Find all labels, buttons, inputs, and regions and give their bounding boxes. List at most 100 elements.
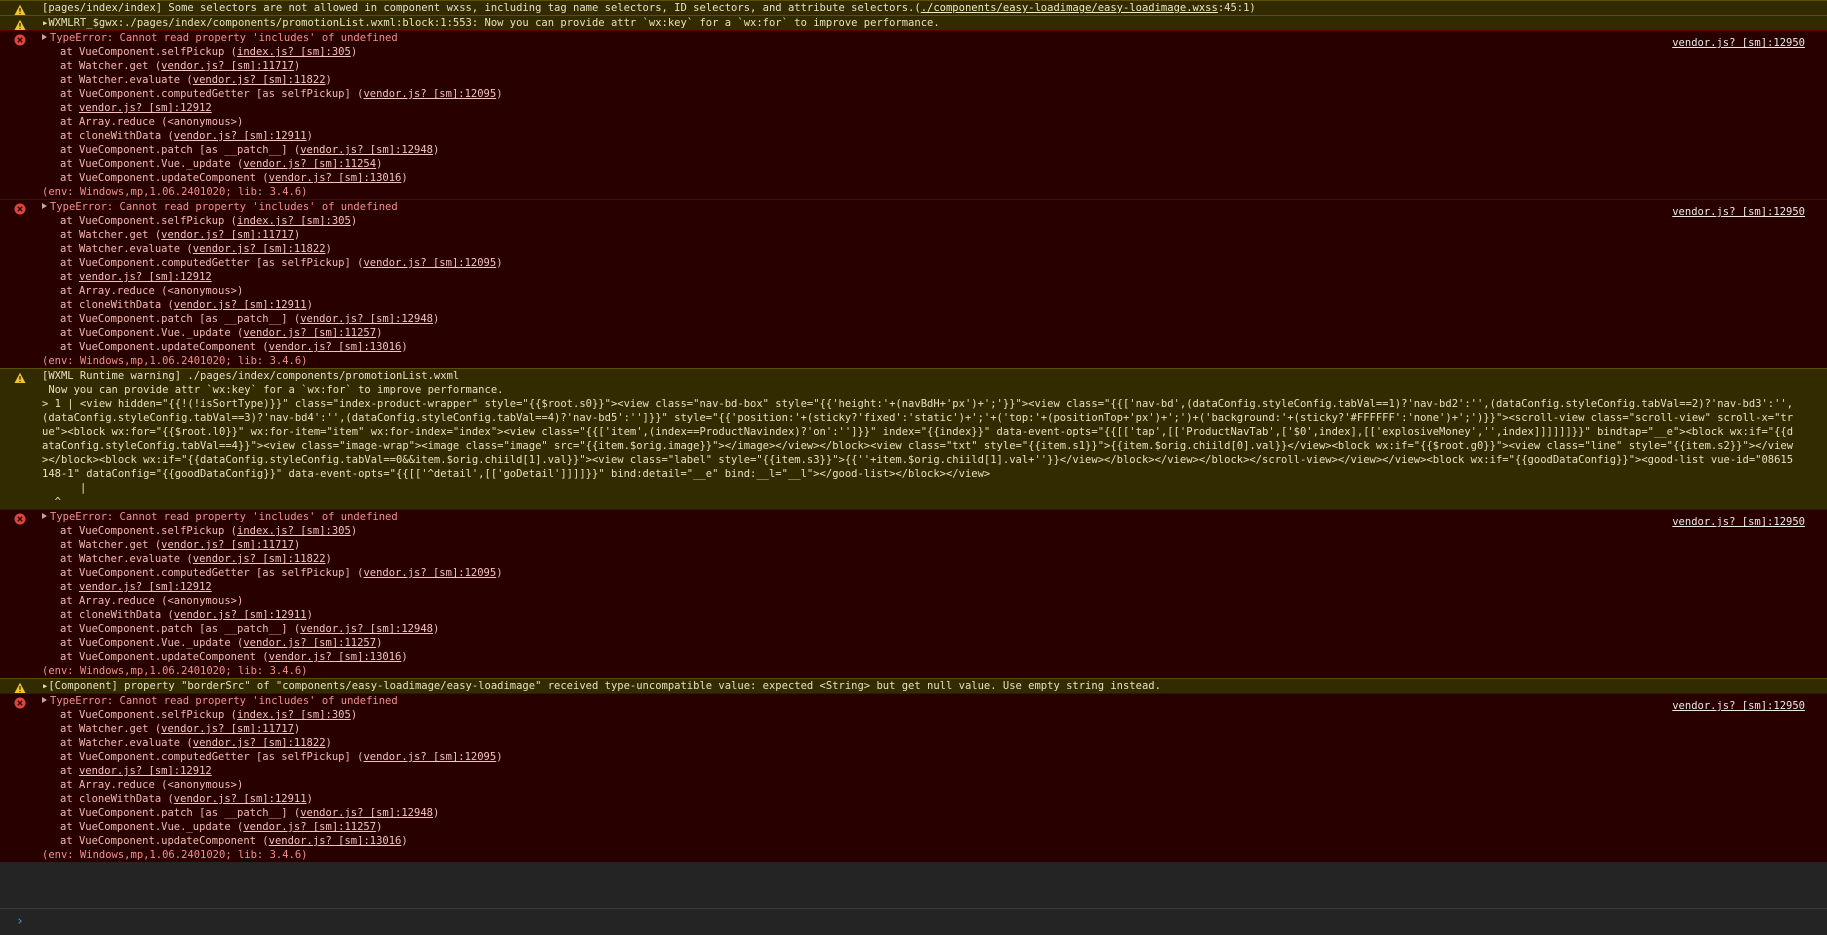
source-link[interactable]: vendor.js? [sm]:11822: [193, 553, 326, 565]
source-link[interactable]: index.js? [sm]:305: [237, 46, 351, 58]
prompt-chevron-icon: ›: [16, 914, 24, 929]
source-link[interactable]: vendor.js? [sm]:13016: [269, 835, 402, 847]
error-source-link[interactable]: vendor.js? [sm]:12950: [1672, 37, 1805, 49]
source-link[interactable]: index.js? [sm]:305: [237, 215, 351, 227]
error-source-link[interactable]: vendor.js? [sm]:12950: [1672, 516, 1805, 528]
code-frame: > 1 | <view hidden="{{!(!isSortType)}}" …: [42, 398, 1794, 508]
source-link[interactable]: vendor.js? [sm]:11257: [243, 327, 376, 339]
source-link[interactable]: vendor.js? [sm]:12911: [174, 609, 307, 621]
source-link[interactable]: vendor.js? [sm]:11822: [193, 737, 326, 749]
message-text: at Watcher.get (: [60, 723, 162, 735]
stack-frame: at VueComponent.Vue._update (vendor.js? …: [42, 636, 1819, 650]
source-link[interactable]: vendor.js? [sm]:11822: [193, 74, 326, 86]
message-text: ): [350, 46, 358, 58]
source-link[interactable]: vendor.js? [sm]:12948: [300, 144, 433, 156]
warning-entry[interactable]: ▸[Component] property "borderSrc" of "co…: [0, 678, 1827, 693]
stack-frame: at VueComponent.selfPickup (index.js? [s…: [42, 524, 1819, 538]
error-header[interactable]: TypeError: Cannot read property 'include…: [42, 694, 1819, 708]
error-entry[interactable]: TypeError: Cannot read property 'include…: [0, 199, 1827, 368]
warning-entry[interactable]: [pages/index/index] Some selectors are n…: [0, 0, 1827, 15]
stack-frame: at VueComponent.computedGetter [as selfP…: [42, 750, 1819, 764]
stack-frame: at VueComponent.selfPickup (index.js? [s…: [42, 214, 1819, 228]
message-text: ): [325, 243, 332, 255]
message-text: at VueComponent.patch [as __patch__] (: [60, 807, 301, 819]
error-header[interactable]: TypeError: Cannot read property 'include…: [42, 200, 1819, 214]
source-link[interactable]: vendor.js? [sm]:11822: [193, 243, 326, 255]
expand-triangle-icon[interactable]: [42, 697, 47, 703]
source-link[interactable]: vendor.js? [sm]:11717: [161, 60, 294, 72]
source-link[interactable]: vendor.js? [sm]:13016: [269, 651, 402, 663]
error-source-link[interactable]: vendor.js? [sm]:12950: [1672, 700, 1805, 712]
expand-triangle-icon[interactable]: [42, 34, 47, 40]
message-text: at VueComponent.selfPickup (: [60, 525, 238, 537]
error-message: TypeError: Cannot read property 'include…: [50, 695, 398, 707]
message-text: at cloneWithData (: [60, 130, 174, 142]
message-text: ): [325, 553, 332, 565]
source-link[interactable]: vendor.js? [sm]:13016: [269, 341, 402, 353]
message-text: at Array.reduce (<anonymous>): [60, 779, 244, 791]
error-source-link[interactable]: vendor.js? [sm]:12950: [1672, 206, 1805, 218]
source-link[interactable]: vendor.js? [sm]:11257: [243, 821, 376, 833]
message-text: ): [350, 215, 358, 227]
source-link[interactable]: vendor.js? [sm]:12911: [174, 130, 307, 142]
error-message: TypeError: Cannot read property 'include…: [50, 32, 398, 44]
message-text: at Watcher.evaluate (: [60, 737, 193, 749]
source-link[interactable]: vendor.js? [sm]:12948: [300, 807, 433, 819]
stack-frame: at VueComponent.selfPickup (index.js? [s…: [42, 45, 1819, 59]
warning-entry[interactable]: ▸WXMLRT_$gwx:./pages/index/components/pr…: [0, 15, 1827, 30]
stack-frame: at vendor.js? [sm]:12912: [42, 580, 1819, 594]
source-link[interactable]: vendor.js? [sm]:12912: [79, 102, 212, 114]
source-link[interactable]: vendor.js? [sm]:11717: [161, 229, 294, 241]
expand-triangle-icon[interactable]: [42, 203, 47, 209]
error-entry[interactable]: TypeError: Cannot read property 'include…: [0, 693, 1827, 862]
message-text: at VueComponent.patch [as __patch__] (: [60, 623, 301, 635]
expand-triangle-icon[interactable]: [42, 513, 47, 519]
source-link[interactable]: vendor.js? [sm]:12911: [174, 793, 307, 805]
message-text: at Array.reduce (<anonymous>): [60, 116, 244, 128]
error-entry[interactable]: TypeError: Cannot read property 'include…: [0, 30, 1827, 199]
message-text: at VueComponent.computedGetter [as selfP…: [60, 257, 364, 269]
source-link[interactable]: vendor.js? [sm]:12912: [79, 581, 212, 593]
message-text: ): [432, 313, 440, 325]
message-text: at Watcher.get (: [60, 60, 162, 72]
error-header[interactable]: TypeError: Cannot read property 'include…: [42, 31, 1819, 45]
console-input-row[interactable]: ›: [0, 908, 1827, 935]
source-link[interactable]: vendor.js? [sm]:13016: [269, 172, 402, 184]
message-text: ): [401, 341, 408, 353]
message-text: ): [293, 229, 301, 241]
stack-frame: at Array.reduce (<anonymous>): [42, 284, 1819, 298]
stack-frame: at VueComponent.Vue._update (vendor.js? …: [42, 157, 1819, 171]
error-header[interactable]: TypeError: Cannot read property 'include…: [42, 510, 1819, 524]
message-text: at VueComponent.computedGetter [as selfP…: [60, 751, 364, 763]
warning-entry[interactable]: [WXML Runtime warning] ./pages/index/com…: [0, 368, 1827, 509]
stack-frame: at VueComponent.selfPickup (index.js? [s…: [42, 708, 1819, 722]
warning-message: [WXML Runtime warning] ./pages/index/com…: [42, 369, 1819, 383]
message-text: [pages/index/index] Some selectors are n…: [42, 2, 921, 14]
source-link[interactable]: vendor.js? [sm]:11254: [243, 158, 376, 170]
message-text: ): [376, 158, 383, 170]
source-link[interactable]: vendor.js? [sm]:12948: [300, 313, 433, 325]
stack-frame: at cloneWithData (vendor.js? [sm]:12911): [42, 608, 1819, 622]
message-text: at VueComponent.Vue._update (: [60, 327, 244, 339]
source-link[interactable]: vendor.js? [sm]:11717: [161, 539, 294, 551]
message-text: ▸WXMLRT_$gwx:./pages/index/components/pr…: [42, 17, 940, 29]
stack-frame: at Watcher.evaluate (vendor.js? [sm]:118…: [42, 736, 1819, 750]
stack-frame: at Array.reduce (<anonymous>): [42, 594, 1819, 608]
source-link[interactable]: index.js? [sm]:305: [237, 709, 351, 721]
message-text: ): [325, 737, 332, 749]
source-link[interactable]: index.js? [sm]:305: [237, 525, 351, 537]
source-link[interactable]: vendor.js? [sm]:11257: [243, 637, 376, 649]
source-link[interactable]: vendor.js? [sm]:12095: [363, 88, 496, 100]
source-link[interactable]: vendor.js? [sm]:12095: [363, 751, 496, 763]
source-link[interactable]: vendor.js? [sm]:12095: [363, 567, 496, 579]
stack-frame: at Watcher.evaluate (vendor.js? [sm]:118…: [42, 552, 1819, 566]
source-link[interactable]: vendor.js? [sm]:12911: [174, 299, 307, 311]
source-link[interactable]: vendor.js? [sm]:12095: [363, 257, 496, 269]
source-link[interactable]: vendor.js? [sm]:12912: [79, 765, 212, 777]
source-link[interactable]: vendor.js? [sm]:12912: [79, 271, 212, 283]
error-entry[interactable]: TypeError: Cannot read property 'include…: [0, 509, 1827, 678]
source-link[interactable]: vendor.js? [sm]:11717: [161, 723, 294, 735]
message-text: at Watcher.get (: [60, 229, 162, 241]
source-link[interactable]: ./components/easy-loadimage/easy-loadima…: [921, 2, 1218, 14]
source-link[interactable]: vendor.js? [sm]:12948: [300, 623, 433, 635]
